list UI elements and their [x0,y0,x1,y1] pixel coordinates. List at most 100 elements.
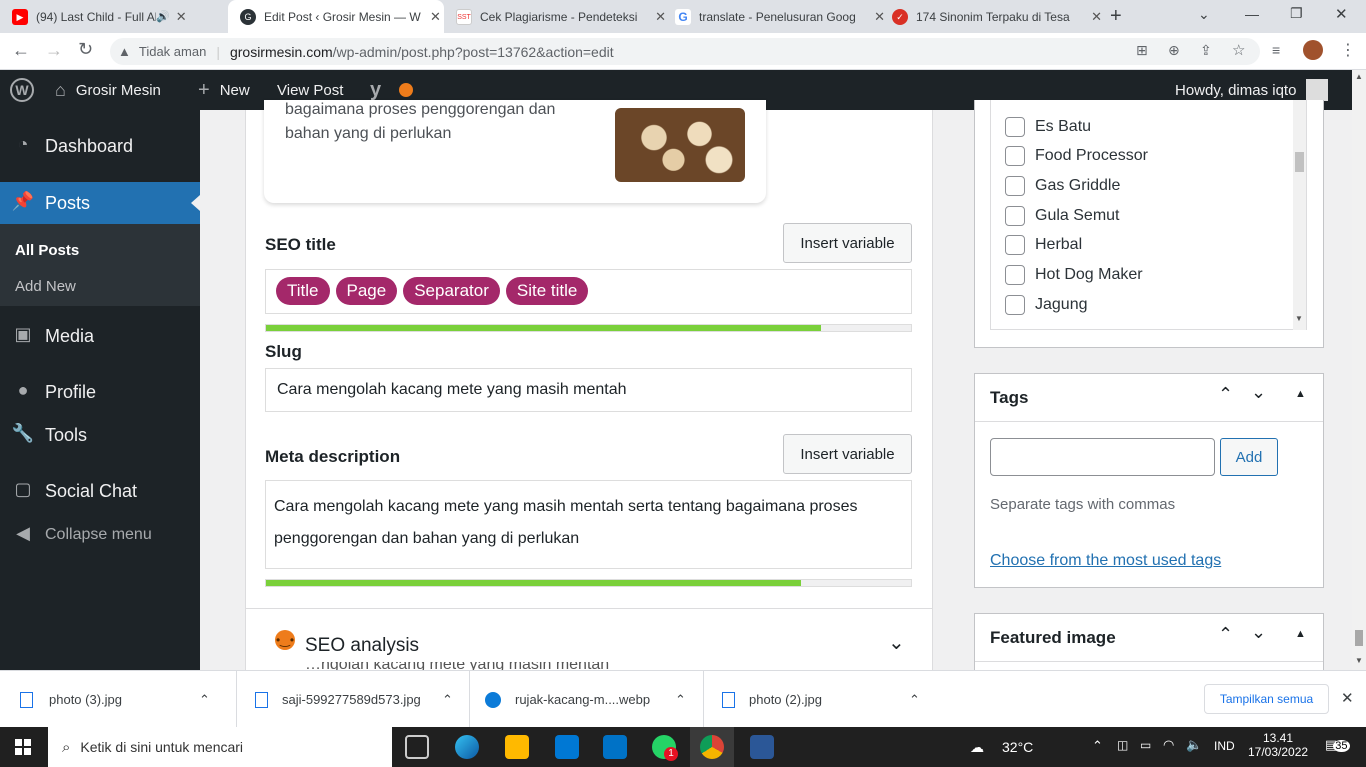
add-tag-button[interactable]: Add [1220,438,1278,476]
category-item[interactable]: Gas Griddle [1005,176,1120,196]
omnibox[interactable]: ▲ Tidak aman | grosirmesin.com/wp-admin/… [110,38,1260,65]
wordpress-logo-icon[interactable]: W [10,70,34,110]
clock[interactable]: 13.41 17/03/2022 [1248,731,1308,759]
sidebar-item-posts[interactable]: 📌 Posts [0,182,200,224]
chevron-down-icon[interactable]: ⌄ [1198,6,1210,23]
reload-icon[interactable]: ↻ [78,39,93,60]
close-tab-icon[interactable]: ✕ [874,9,885,25]
submenu-all-posts[interactable]: All Posts [15,242,79,259]
wifi-icon[interactable]: ◠ [1163,737,1174,753]
meta-description-input[interactable]: Cara mengolah kacang mete yang masih men… [265,480,912,569]
category-item[interactable]: Es Batu [1005,117,1091,137]
chevron-up-icon[interactable]: ⌃ [909,692,920,708]
close-tab-icon[interactable]: ✕ [430,9,441,25]
photos-icon[interactable] [750,735,774,759]
scroll-down-icon[interactable]: ▼ [1355,656,1363,665]
category-checkbox[interactable] [1005,146,1025,166]
move-up-icon[interactable]: ⌃ [1218,384,1233,405]
move-down-icon[interactable]: ⌄ [1251,622,1266,643]
tag-input[interactable] [990,438,1215,476]
chevron-up-icon[interactable]: ⌃ [199,692,210,708]
chevron-up-icon[interactable]: ⌃ [442,692,453,708]
categories-scrollbar[interactable]: ▼ [1293,100,1306,330]
translate-icon[interactable]: ⊞ [1136,42,1148,59]
most-used-tags-link[interactable]: Choose from the most used tags [990,552,1221,570]
variable-pill-page[interactable]: Page [335,277,398,305]
tab-thesaurus[interactable]: ✓ 174 Sinonim Terpaku di Tesa ✕ [892,0,1102,33]
insert-variable-button[interactable]: Insert variable [783,434,912,474]
volume-icon[interactable]: 🔈 [1186,737,1202,753]
close-tab-icon[interactable]: ✕ [655,9,666,25]
taskbar-search-box[interactable]: ⌕ Ketik di sini untuk mencari [48,727,392,767]
new-tab-icon[interactable]: + [1110,5,1122,28]
download-item[interactable]: photo (3).jpg ⌃ [20,671,230,728]
reading-list-icon[interactable]: ≡ [1272,42,1280,58]
task-view-icon[interactable] [405,735,429,759]
category-item[interactable]: Gula Semut [1005,206,1119,226]
close-tab-icon[interactable]: ✕ [1091,9,1102,25]
move-down-icon[interactable]: ⌄ [1251,382,1266,403]
tab-plagiarism[interactable]: SST Cek Plagiarisme - Pendeteksi ✕ [456,0,666,33]
page-scrollbar[interactable]: ▲ ▼ [1352,70,1366,670]
seo-analysis-toggle[interactable]: SEO analysis [305,635,419,657]
variable-pill-site-title[interactable]: Site title [505,277,589,305]
sidebar-item-media[interactable]: ▣ Media [0,324,200,348]
store-icon[interactable] [555,735,579,759]
category-item[interactable]: Hot Dog Maker [1005,265,1143,285]
network-icon[interactable]: ◫ [1117,738,1128,752]
category-checkbox[interactable] [1005,176,1025,196]
category-checkbox[interactable] [1005,265,1025,285]
category-checkbox[interactable] [1005,295,1025,315]
new-content-link[interactable]: + New [198,70,250,110]
site-name-link[interactable]: ⌂ Grosir Mesin [55,70,161,110]
download-item[interactable]: saji-599277589d573.jpg ⌃ [255,671,455,728]
category-checkbox[interactable] [1005,206,1025,226]
scroll-down-icon[interactable]: ▼ [1295,314,1303,323]
close-tab-icon[interactable]: ✕ [176,9,187,25]
download-item[interactable]: photo (2).jpg ⌃ [722,671,922,728]
variable-pill-separator[interactable]: Separator [403,277,500,305]
scroll-thumb[interactable] [1295,152,1304,172]
collapse-toggle-icon[interactable]: ▲ [1295,628,1306,640]
seo-title-input[interactable]: Title Page Separator Site title [265,269,912,314]
collapse-toggle-icon[interactable]: ▲ [1295,388,1306,400]
file-explorer-icon[interactable] [505,735,529,759]
chrome-icon[interactable] [700,735,724,759]
profile-avatar[interactable] [1303,40,1323,60]
download-item[interactable]: rujak-kacang-m....webp ⌃ [485,671,690,728]
variable-pill-title[interactable]: Title [276,277,330,305]
tab-google[interactable]: G translate - Penelusuran Goog ✕ [675,0,885,33]
category-checkbox[interactable] [1005,235,1025,255]
tab-youtube[interactable]: ▶ (94) Last Child - Full Albu 🔊 ✕ [12,0,222,33]
battery-icon[interactable]: ▭ [1140,738,1151,752]
sidebar-item-profile[interactable]: ● Profile [0,380,200,404]
minimize-icon[interactable]: — [1245,6,1259,22]
chevron-down-icon[interactable]: ⌄ [888,630,905,655]
category-item[interactable]: Jagung [1005,295,1088,315]
insert-variable-button[interactable]: Insert variable [783,223,912,263]
bookmark-star-icon[interactable]: ☆ [1232,41,1245,59]
notifications-icon[interactable]: ▤35 [1325,737,1350,753]
submenu-add-new[interactable]: Add New [15,278,76,295]
category-item[interactable]: Herbal [1005,235,1082,255]
category-checkbox[interactable] [1005,117,1025,137]
mail-icon[interactable] [603,735,627,759]
close-window-icon[interactable]: ✕ [1335,5,1348,23]
chevron-up-icon[interactable]: ⌃ [675,692,686,708]
tab-edit-post[interactable]: G Edit Post ‹ Grosir Mesin — W ✕ [228,0,444,33]
scroll-thumb[interactable] [1355,630,1363,646]
sidebar-item-dashboard[interactable]: ◔ Dashboard [0,134,200,158]
back-icon[interactable]: ← [12,40,30,61]
tray-chevron-icon[interactable]: ⌃ [1092,738,1103,754]
move-up-icon[interactable]: ⌃ [1218,624,1233,645]
language-indicator[interactable]: IND [1214,739,1235,753]
windows-start-icon[interactable] [15,739,31,755]
close-shelf-icon[interactable]: ✕ [1341,689,1354,707]
category-item[interactable]: Food Processor [1005,146,1148,166]
whatsapp-icon[interactable]: 1 [652,735,678,761]
edge-icon[interactable] [455,735,479,759]
show-all-downloads-button[interactable]: Tampilkan semua [1204,684,1329,714]
forward-icon[interactable]: → [45,40,63,61]
weather-temp[interactable]: 32°C [1002,739,1033,755]
zoom-icon[interactable]: ⊕ [1168,42,1180,59]
